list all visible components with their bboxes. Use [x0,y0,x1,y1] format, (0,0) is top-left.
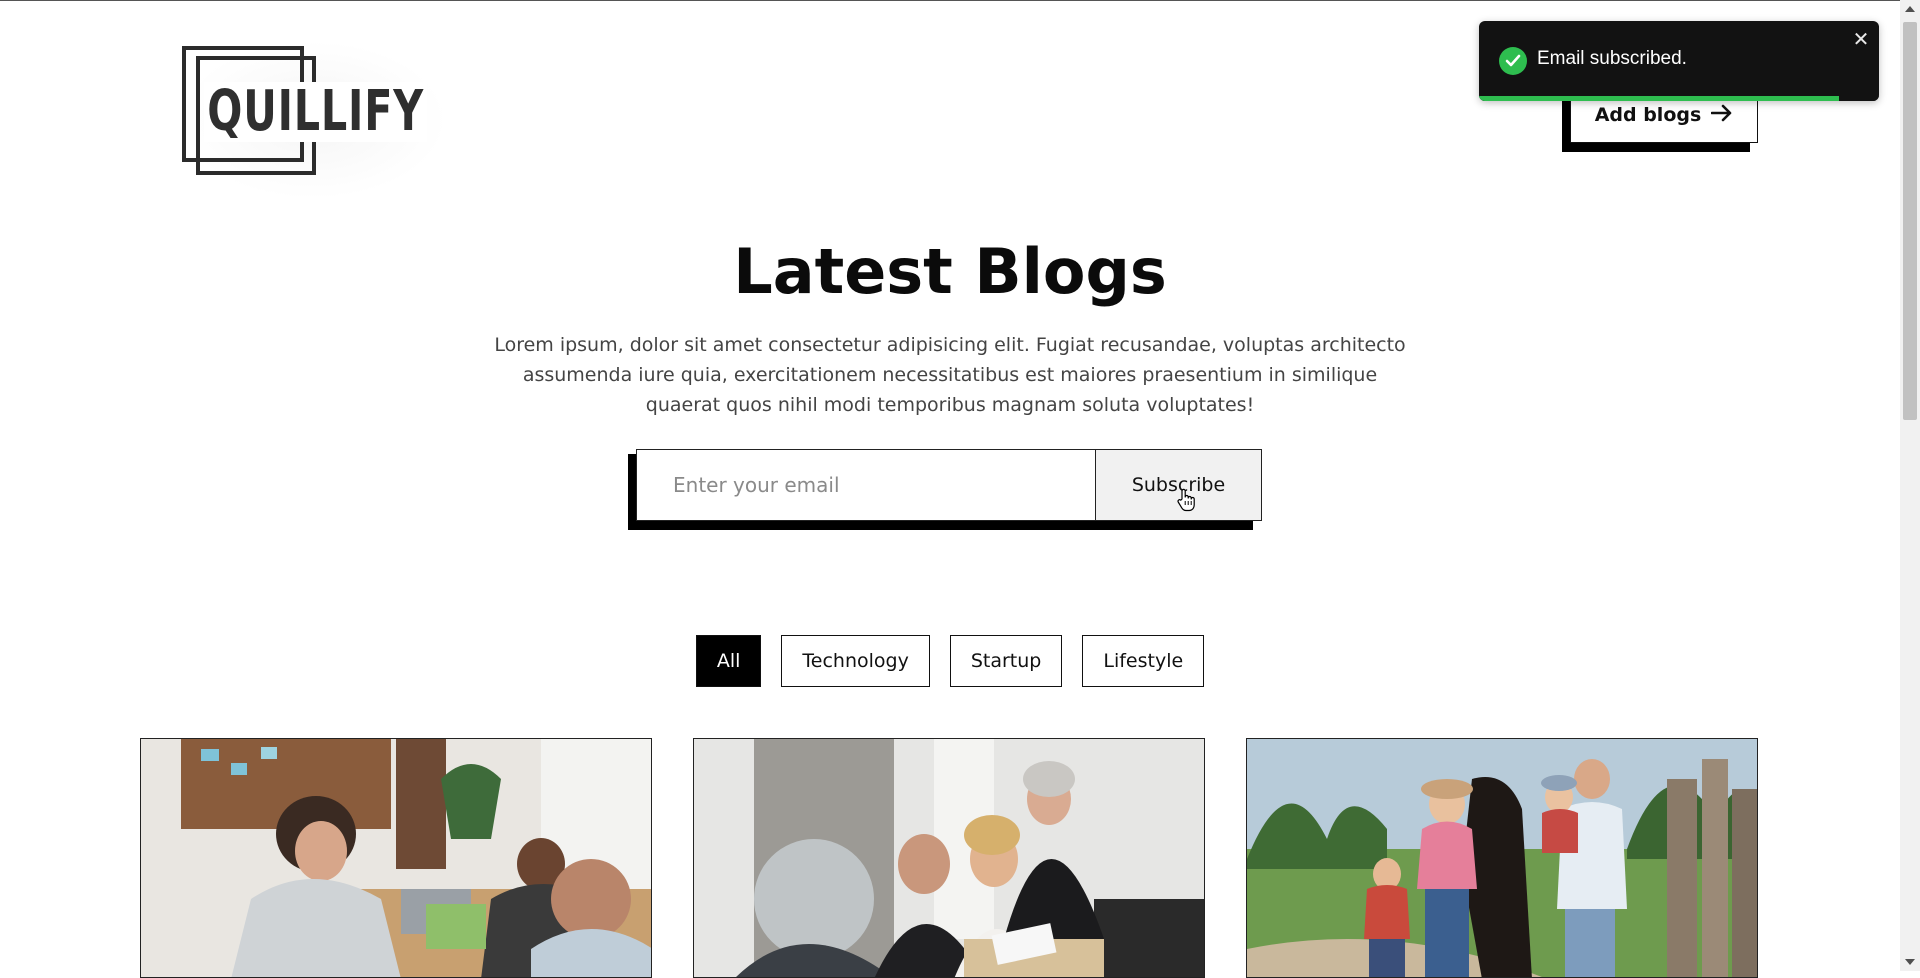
email-input[interactable] [637,450,1095,520]
logo-wordmark: QUILLIFY [204,82,428,142]
toast-notification: Email subscribed. ✕ [1479,21,1879,101]
family-with-horse-photo [1247,739,1757,977]
toast-progress-bar [1479,96,1839,101]
scroll-up-icon[interactable] [1905,6,1915,12]
filter-startup[interactable]: Startup [949,635,1063,687]
add-blogs-label: Add blogs [1594,104,1702,126]
subscribe-form: Subscribe [636,449,1262,521]
page-scrollbar[interactable] [1900,0,1920,971]
check-circle-icon [1499,47,1527,75]
quillify-logo[interactable]: QUILLIFY [178,40,448,200]
page-description: Lorem ipsum, dolor sit amet consectetur … [494,334,1406,416]
blog-card[interactable] [1246,738,1758,978]
page-title: Latest Blogs [733,235,1167,308]
scroll-down-icon[interactable] [1905,959,1915,965]
toast-message: Email subscribed. [1537,48,1687,69]
filter-technology[interactable]: Technology [781,635,930,687]
hand-cursor-icon [1176,488,1196,516]
office-meeting-photo [141,739,651,977]
toast-progress-track [1479,96,1879,101]
filter-lifestyle[interactable]: Lifestyle [1082,635,1205,687]
window-top-border [0,0,1900,1]
business-team-photo [694,739,1204,977]
blog-card[interactable] [140,738,652,978]
category-filters: All Technology Startup Lifestyle [0,635,1900,687]
arrow-right-icon [1710,103,1733,128]
close-icon[interactable]: ✕ [1851,27,1871,51]
blog-card[interactable] [693,738,1205,978]
filter-all[interactable]: All [695,635,762,687]
scrollbar-thumb[interactable] [1903,22,1917,420]
